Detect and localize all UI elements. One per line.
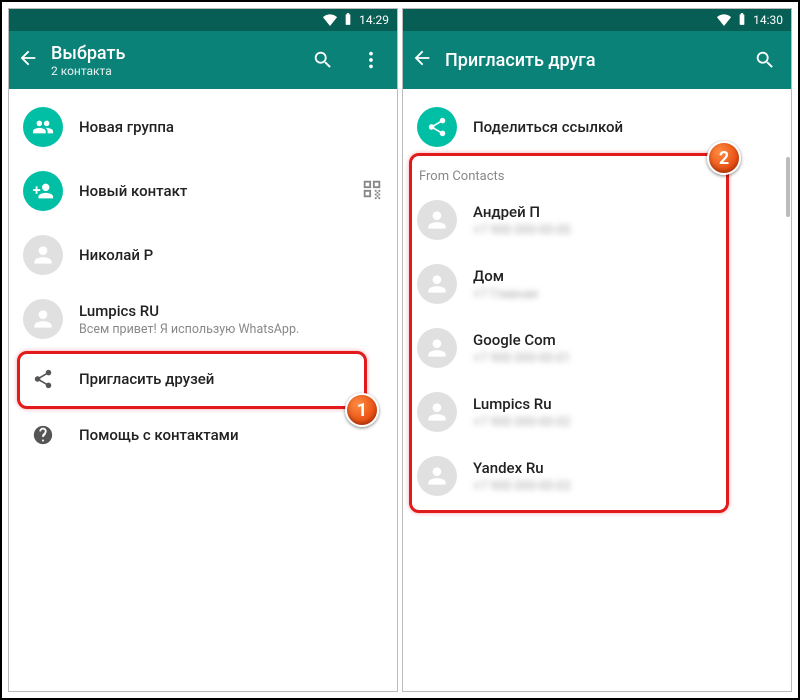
section-from-contacts: From Contacts [403, 159, 791, 188]
share-icon [417, 107, 457, 147]
contact-name: Дом [473, 267, 777, 285]
new-contact-label: Новый контакт [79, 182, 345, 200]
appbar-title: Пригласить друга [445, 50, 735, 71]
appbar-title-wrap: Выбрать 2 контакта [51, 43, 293, 78]
appbar-title-wrap: Пригласить друга [445, 50, 735, 71]
new-group-row[interactable]: Новая группа [9, 95, 397, 159]
phone-right: 14:30 Пригласить друга Поделиться ссылко… [402, 8, 792, 692]
app-bar: Выбрать 2 контакта [9, 31, 397, 89]
battery-icon [341, 12, 355, 29]
invite-contact-row[interactable]: Андрей П +7 900 000-00-00 [403, 188, 791, 252]
contact-phone: +7 900 000-00-00 [473, 223, 777, 238]
share-link-row[interactable]: Поделиться ссылкой [403, 95, 791, 159]
add-contact-icon [23, 171, 63, 211]
contacts-help-row[interactable]: Помощь с контактами [9, 407, 397, 463]
invite-list: Поделиться ссылкой From Contacts Андрей … [403, 89, 791, 691]
contact-phone: +7 Главная [473, 287, 777, 302]
contact-name: Lumpics Ru [473, 395, 777, 413]
avatar-placeholder-icon [417, 328, 457, 368]
avatar-placeholder-icon [23, 299, 63, 339]
avatar-placeholder-icon [417, 264, 457, 304]
invite-friends-row[interactable]: Пригласить друзей [9, 351, 397, 407]
contact-name: Google Com [473, 331, 777, 349]
invite-contact-row[interactable]: Google Com +7 900 000-00-01 [403, 316, 791, 380]
phone-left: 14:29 Выбрать 2 контакта Новая группа Но… [8, 8, 398, 692]
avatar-placeholder-icon [417, 392, 457, 432]
avatar-placeholder-icon [23, 235, 63, 275]
search-button[interactable] [305, 42, 341, 78]
tutorial-frame: 14:29 Выбрать 2 контакта Новая группа Но… [0, 0, 800, 700]
invite-contact-row[interactable]: Lumpics Ru +7 900 000-00-02 [403, 380, 791, 444]
appbar-subtitle: 2 контакта [51, 64, 293, 78]
search-button[interactable] [747, 42, 783, 78]
share-link-label: Поделиться ссылкой [473, 118, 777, 136]
status-time: 14:29 [359, 13, 389, 27]
overflow-menu-button[interactable] [353, 42, 389, 78]
status-time: 14:30 [753, 13, 783, 27]
new-contact-row[interactable]: Новый контакт [9, 159, 397, 223]
contact-status: Всем привет! Я использую WhatsApp. [79, 322, 383, 337]
back-button[interactable] [17, 47, 39, 73]
invite-contact-row[interactable]: Yandex Ru +7 900 000-00-03 [403, 444, 791, 508]
contact-name: Николай Р [79, 246, 383, 264]
contact-row[interactable]: Lumpics RU Всем привет! Я использую What… [9, 287, 397, 351]
contact-phone: +7 900 000-00-03 [473, 479, 777, 494]
invite-contact-row[interactable]: Дом +7 Главная [403, 252, 791, 316]
scroll-indicator [786, 157, 790, 217]
back-button[interactable] [411, 47, 433, 73]
contacts-help-label: Помощь с контактами [79, 426, 383, 444]
status-bar: 14:30 [403, 9, 791, 31]
wifi-icon [323, 12, 337, 29]
select-contact-list: Новая группа Новый контакт Николай Р Lum… [9, 89, 397, 691]
contact-phone: +7 900 000-00-02 [473, 415, 777, 430]
avatar-placeholder-icon [417, 200, 457, 240]
status-bar: 14:29 [9, 9, 397, 31]
battery-icon [735, 12, 749, 29]
contact-phone: +7 900 000-00-01 [473, 351, 777, 366]
new-group-label: Новая группа [79, 118, 383, 136]
contact-name: Yandex Ru [473, 459, 777, 477]
group-icon [23, 107, 63, 147]
contact-row[interactable]: Николай Р [9, 223, 397, 287]
share-icon [23, 368, 63, 390]
invite-friends-label: Пригласить друзей [79, 370, 383, 388]
qr-icon[interactable] [361, 178, 383, 204]
avatar-placeholder-icon [417, 456, 457, 496]
help-icon [23, 424, 63, 446]
wifi-icon [717, 12, 731, 29]
contact-name: Lumpics RU [79, 302, 383, 320]
appbar-title: Выбрать [51, 43, 293, 64]
contact-name: Андрей П [473, 203, 777, 221]
app-bar: Пригласить друга [403, 31, 791, 89]
